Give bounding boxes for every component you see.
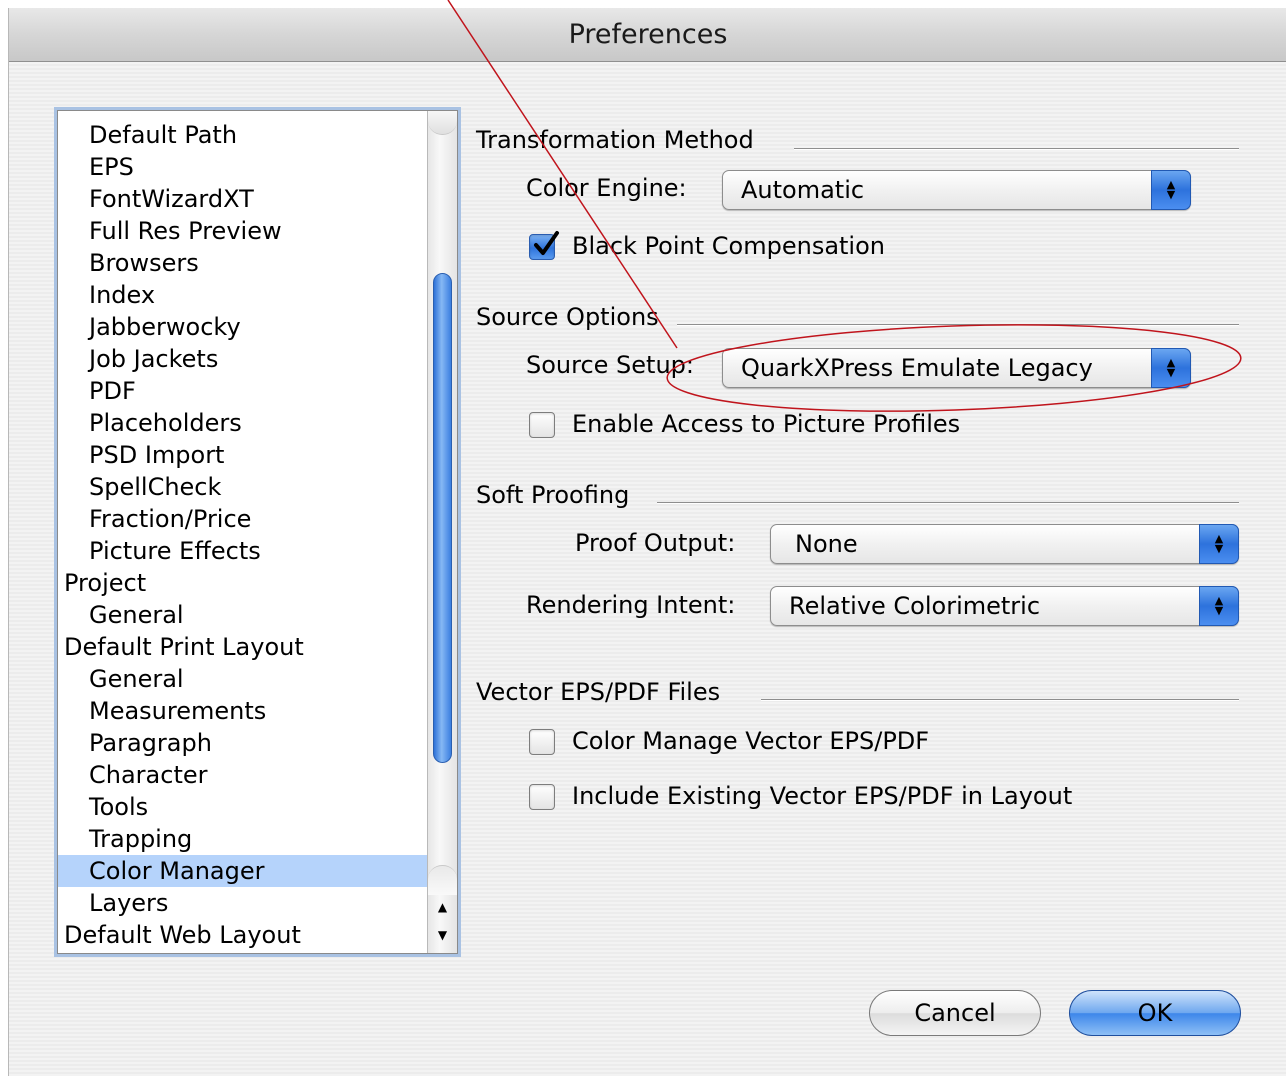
ok-button[interactable]: OK	[1069, 990, 1241, 1036]
picture-profiles-checkbox[interactable]	[529, 412, 555, 438]
window-title: Preferences	[568, 19, 728, 50]
color-manage-vector-label[interactable]: Color Manage Vector EPS/PDF	[572, 727, 929, 755]
category-items: Default Path EPS FontWizardXT Full Res Prev…	[58, 119, 428, 951]
scroll-down-arrow-icon[interactable]: ▼	[428, 921, 457, 949]
sidebar-item[interactable]: PDF	[58, 375, 428, 407]
transformation-section-title: Transformation Method	[476, 126, 754, 154]
sidebar-item[interactable]: Character	[58, 759, 428, 791]
preferences-window: Preferences Default Path EPS FontWizardXT F…	[8, 8, 1286, 1076]
black-point-label[interactable]: Black Point Compensation	[572, 232, 885, 260]
sidebar-item[interactable]: Measurements	[58, 695, 428, 727]
color-engine-popup[interactable]: Automatic ▲ ▼	[722, 170, 1191, 210]
sidebar-item[interactable]: Full Res Preview	[58, 215, 428, 247]
sidebar-item[interactable]: Paragraph	[58, 727, 428, 759]
sidebar-item[interactable]: Picture Effects	[58, 535, 428, 567]
rendering-intent-popup[interactable]: Relative Colorimetric ▲ ▼	[770, 586, 1239, 626]
rendering-intent-label: Rendering Intent:	[526, 591, 736, 619]
rendering-intent-value: Relative Colorimetric	[789, 592, 1041, 620]
sidebar-item[interactable]: Layers	[58, 887, 428, 919]
sidebar-item[interactable]: Project	[58, 567, 428, 599]
popup-arrows-icon: ▲ ▼	[1151, 170, 1191, 210]
vector-section-title: Vector EPS/PDF Files	[476, 678, 721, 706]
sidebar-item[interactable]: Default Path	[58, 119, 428, 151]
source-setup-label: Source Setup:	[526, 351, 694, 379]
sidebar-item[interactable]: General	[58, 599, 428, 631]
scrollbar-bottom-cap	[428, 865, 457, 895]
sidebar-item[interactable]: EPS	[58, 151, 428, 183]
vector-section-rule	[761, 699, 1239, 701]
sidebar-item[interactable]: Color Manager	[58, 855, 428, 887]
color-manage-vector-checkbox[interactable]	[529, 729, 555, 755]
sidebar-item[interactable]: Jabberwocky	[58, 311, 428, 343]
scroll-up-arrow-icon[interactable]: ▲	[428, 893, 457, 921]
sidebar-item[interactable]: Placeholders	[58, 407, 428, 439]
sidebar-item[interactable]: FontWizardXT	[58, 183, 428, 215]
sidebar-item[interactable]: Default Print Layout	[58, 631, 428, 663]
popup-arrows-icon: ▲ ▼	[1151, 348, 1191, 388]
popup-arrows-icon: ▲ ▼	[1199, 586, 1239, 626]
proofing-section-title: Soft Proofing	[476, 481, 630, 509]
list-scrollbar[interactable]: ▲ ▼	[427, 111, 457, 953]
proof-output-popup[interactable]: None ▲ ▼	[770, 524, 1239, 564]
sidebar-item[interactable]: General	[58, 663, 428, 695]
scrollbar-top-cap	[428, 111, 457, 135]
sidebar-item[interactable]: Tools	[58, 791, 428, 823]
source-section-rule	[677, 324, 1239, 326]
include-vector-label[interactable]: Include Existing Vector EPS/PDF in Layou…	[572, 782, 1072, 810]
picture-profiles-label[interactable]: Enable Access to Picture Profiles	[572, 410, 960, 438]
sidebar-item[interactable]: Fraction/Price	[58, 503, 428, 535]
include-vector-checkbox[interactable]	[529, 784, 555, 810]
proof-output-label: Proof Output:	[575, 529, 736, 557]
source-setup-popup[interactable]: QuarkXPress Emulate Legacy ▲ ▼	[722, 348, 1191, 388]
color-engine-value: Automatic	[741, 176, 865, 204]
preferences-category-list[interactable]: Default Path EPS FontWizardXT Full Res Prev…	[57, 110, 458, 954]
cancel-button[interactable]: Cancel	[869, 990, 1041, 1036]
sidebar-item[interactable]: Job Jackets	[58, 343, 428, 375]
popup-arrows-icon: ▲ ▼	[1199, 524, 1239, 564]
sidebar-item[interactable]: Default Web Layout	[58, 919, 428, 951]
transformation-section-rule	[794, 148, 1239, 150]
checkmark-icon	[534, 231, 559, 255]
title-bar[interactable]: Preferences	[9, 8, 1286, 62]
sidebar-item[interactable]: Index	[58, 279, 428, 311]
proof-output-value: None	[795, 530, 858, 558]
sidebar-item[interactable]: SpellCheck	[58, 471, 428, 503]
color-engine-label: Color Engine:	[526, 174, 687, 202]
proofing-section-rule	[657, 502, 1239, 504]
source-section-title: Source Options	[476, 303, 659, 331]
source-setup-value: QuarkXPress Emulate Legacy	[741, 354, 1093, 382]
sidebar-item[interactable]: PSD Import	[58, 439, 428, 471]
scrollbar-thumb[interactable]	[433, 273, 452, 763]
sidebar-item[interactable]: Browsers	[58, 247, 428, 279]
sidebar-item[interactable]: Trapping	[58, 823, 428, 855]
black-point-checkbox[interactable]	[529, 231, 559, 260]
